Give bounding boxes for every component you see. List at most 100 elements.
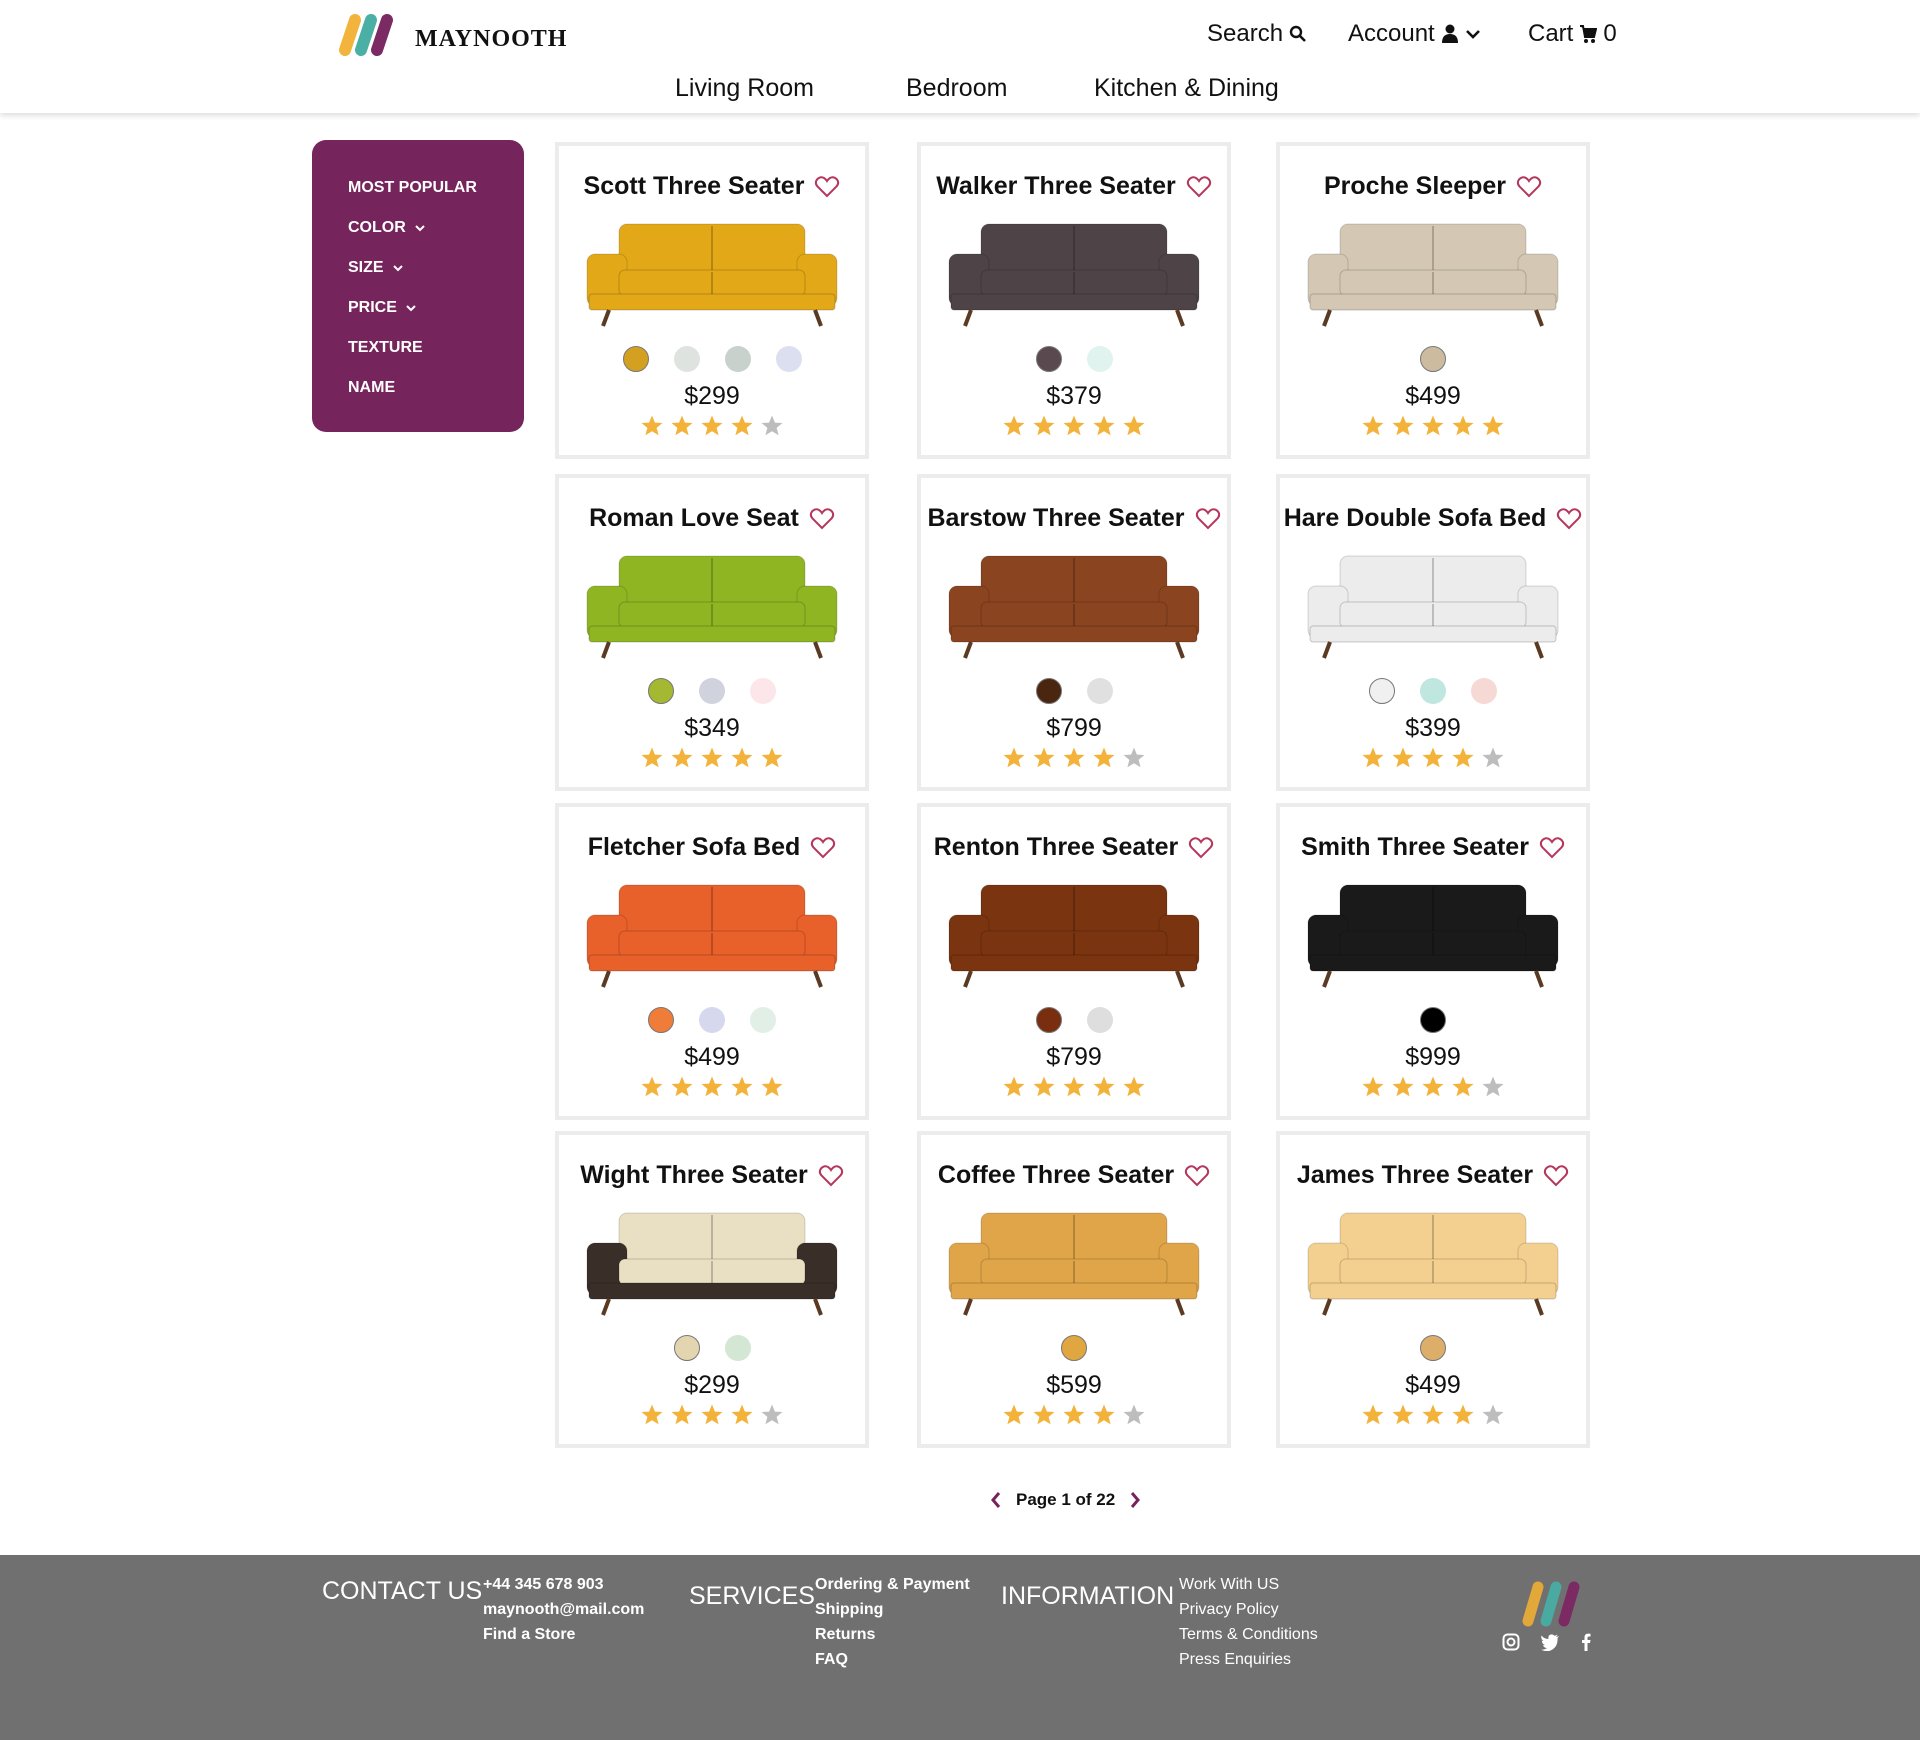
product-image[interactable]	[579, 214, 845, 334]
product-card[interactable]: Fletcher Sofa Bed $499	[555, 803, 869, 1120]
filter-texture[interactable]: TEXTURE	[312, 328, 524, 368]
cart-button[interactable]: Cart 0	[1528, 20, 1617, 48]
product-name[interactable]: Walker Three Seater	[936, 172, 1175, 201]
footer-shipping[interactable]: Shipping	[815, 1597, 970, 1622]
footer-faq[interactable]: FAQ	[815, 1647, 970, 1672]
search-button[interactable]: Search	[1207, 20, 1307, 48]
product-card[interactable]: Hare Double Sofa Bed $399	[1276, 474, 1590, 791]
footer-terms[interactable]: Terms & Conditions	[1179, 1622, 1318, 1647]
product-card[interactable]: Renton Three Seater $799	[917, 803, 1231, 1120]
product-image[interactable]	[941, 1203, 1207, 1323]
color-swatch[interactable]	[1035, 678, 1062, 704]
product-card[interactable]: Smith Three Seater $999	[1276, 803, 1590, 1120]
product-card[interactable]: James Three Seater $499	[1276, 1131, 1590, 1448]
heart-icon[interactable]	[810, 835, 836, 861]
heart-icon[interactable]	[1188, 835, 1214, 861]
logo[interactable]: MAYNOOTH	[337, 14, 567, 56]
product-image[interactable]	[941, 875, 1207, 995]
product-image[interactable]	[579, 1203, 845, 1323]
product-image[interactable]	[1300, 546, 1566, 666]
color-swatch[interactable]	[775, 346, 802, 372]
color-swatch[interactable]	[673, 346, 700, 372]
product-card[interactable]: Roman Love Seat $349	[555, 474, 869, 791]
filter-color[interactable]: COLOR	[312, 208, 524, 248]
footer-privacy-policy[interactable]: Privacy Policy	[1179, 1597, 1318, 1622]
heart-icon[interactable]	[1186, 174, 1212, 200]
heart-icon[interactable]	[1516, 174, 1542, 200]
filter-size[interactable]: SIZE	[312, 248, 524, 288]
color-swatch[interactable]	[1086, 678, 1113, 704]
product-name[interactable]: Scott Three Seater	[584, 172, 805, 201]
product-name[interactable]: Barstow Three Seater	[927, 504, 1184, 533]
chevron-right-icon[interactable]	[1129, 1491, 1141, 1509]
color-swatch[interactable]	[750, 1007, 776, 1033]
filter-name[interactable]: NAME	[312, 368, 524, 408]
color-swatch[interactable]	[1086, 1007, 1113, 1033]
product-name[interactable]: Wight Three Seater	[580, 1161, 808, 1190]
product-image[interactable]	[941, 546, 1207, 666]
heart-icon[interactable]	[818, 1163, 844, 1189]
color-swatch[interactable]	[648, 1007, 674, 1033]
product-card[interactable]: Barstow Three Seater $799	[917, 474, 1231, 791]
product-image[interactable]	[1300, 875, 1566, 995]
footer-returns[interactable]: Returns	[815, 1622, 970, 1647]
color-swatch[interactable]	[699, 678, 725, 704]
product-card[interactable]: Scott Three Seater $299	[555, 142, 869, 459]
product-image[interactable]	[941, 214, 1207, 334]
nav-kitchen-dining[interactable]: Kitchen & Dining	[1094, 74, 1279, 103]
product-name[interactable]: James Three Seater	[1297, 1161, 1533, 1190]
heart-icon[interactable]	[1539, 835, 1565, 861]
color-swatch[interactable]	[750, 678, 776, 704]
footer-phone[interactable]: +44 345 678 903	[483, 1572, 644, 1597]
color-swatch[interactable]	[1035, 346, 1062, 372]
color-swatch[interactable]	[1420, 1007, 1446, 1033]
footer-ordering-payment[interactable]: Ordering & Payment	[815, 1572, 970, 1597]
facebook-icon[interactable]	[1580, 1633, 1592, 1651]
footer-find-store[interactable]: Find a Store	[483, 1622, 644, 1647]
heart-icon[interactable]	[809, 506, 835, 532]
product-card[interactable]: Walker Three Seater $379	[917, 142, 1231, 459]
product-image[interactable]	[1300, 1203, 1566, 1323]
color-swatch[interactable]	[1420, 346, 1446, 372]
color-swatch[interactable]	[724, 1335, 751, 1361]
heart-icon[interactable]	[1556, 506, 1582, 532]
product-name[interactable]: Fletcher Sofa Bed	[588, 833, 801, 862]
product-name[interactable]: Proche Sleeper	[1324, 172, 1506, 201]
account-menu[interactable]: Account	[1348, 20, 1481, 48]
product-name[interactable]: Hare Double Sofa Bed	[1284, 504, 1547, 533]
twitter-icon[interactable]	[1540, 1633, 1560, 1651]
chevron-left-icon[interactable]	[990, 1491, 1002, 1509]
color-swatch[interactable]	[1471, 678, 1497, 704]
color-swatch[interactable]	[622, 346, 649, 372]
product-name[interactable]: Smith Three Seater	[1301, 833, 1529, 862]
nav-living-room[interactable]: Living Room	[675, 74, 814, 103]
color-swatch[interactable]	[724, 346, 751, 372]
product-name[interactable]: Renton Three Seater	[934, 833, 1179, 862]
product-name[interactable]: Coffee Three Seater	[938, 1161, 1174, 1190]
product-card[interactable]: Coffee Three Seater $599	[917, 1131, 1231, 1448]
footer-work-with-us[interactable]: Work With US	[1179, 1572, 1318, 1597]
heart-icon[interactable]	[1543, 1163, 1569, 1189]
footer-email[interactable]: maynooth@mail.com	[483, 1597, 644, 1622]
color-swatch[interactable]	[1061, 1335, 1087, 1361]
product-image[interactable]	[1300, 214, 1566, 334]
product-card[interactable]: Proche Sleeper $499	[1276, 142, 1590, 459]
color-swatch[interactable]	[1420, 678, 1446, 704]
color-swatch[interactable]	[1035, 1007, 1062, 1033]
nav-bedroom[interactable]: Bedroom	[906, 74, 1007, 103]
color-swatch[interactable]	[699, 1007, 725, 1033]
filter-most-popular[interactable]: MOST POPULAR	[312, 168, 524, 208]
product-image[interactable]	[579, 875, 845, 995]
color-swatch[interactable]	[673, 1335, 700, 1361]
instagram-icon[interactable]	[1502, 1633, 1520, 1651]
footer-press[interactable]: Press Enquiries	[1179, 1647, 1318, 1672]
color-swatch[interactable]	[1369, 678, 1395, 704]
heart-icon[interactable]	[1195, 506, 1221, 532]
product-name[interactable]: Roman Love Seat	[589, 504, 799, 533]
color-swatch[interactable]	[1086, 346, 1113, 372]
product-image[interactable]	[579, 546, 845, 666]
heart-icon[interactable]	[1184, 1163, 1210, 1189]
filter-price[interactable]: PRICE	[312, 288, 524, 328]
color-swatch[interactable]	[648, 678, 674, 704]
color-swatch[interactable]	[1420, 1335, 1446, 1361]
